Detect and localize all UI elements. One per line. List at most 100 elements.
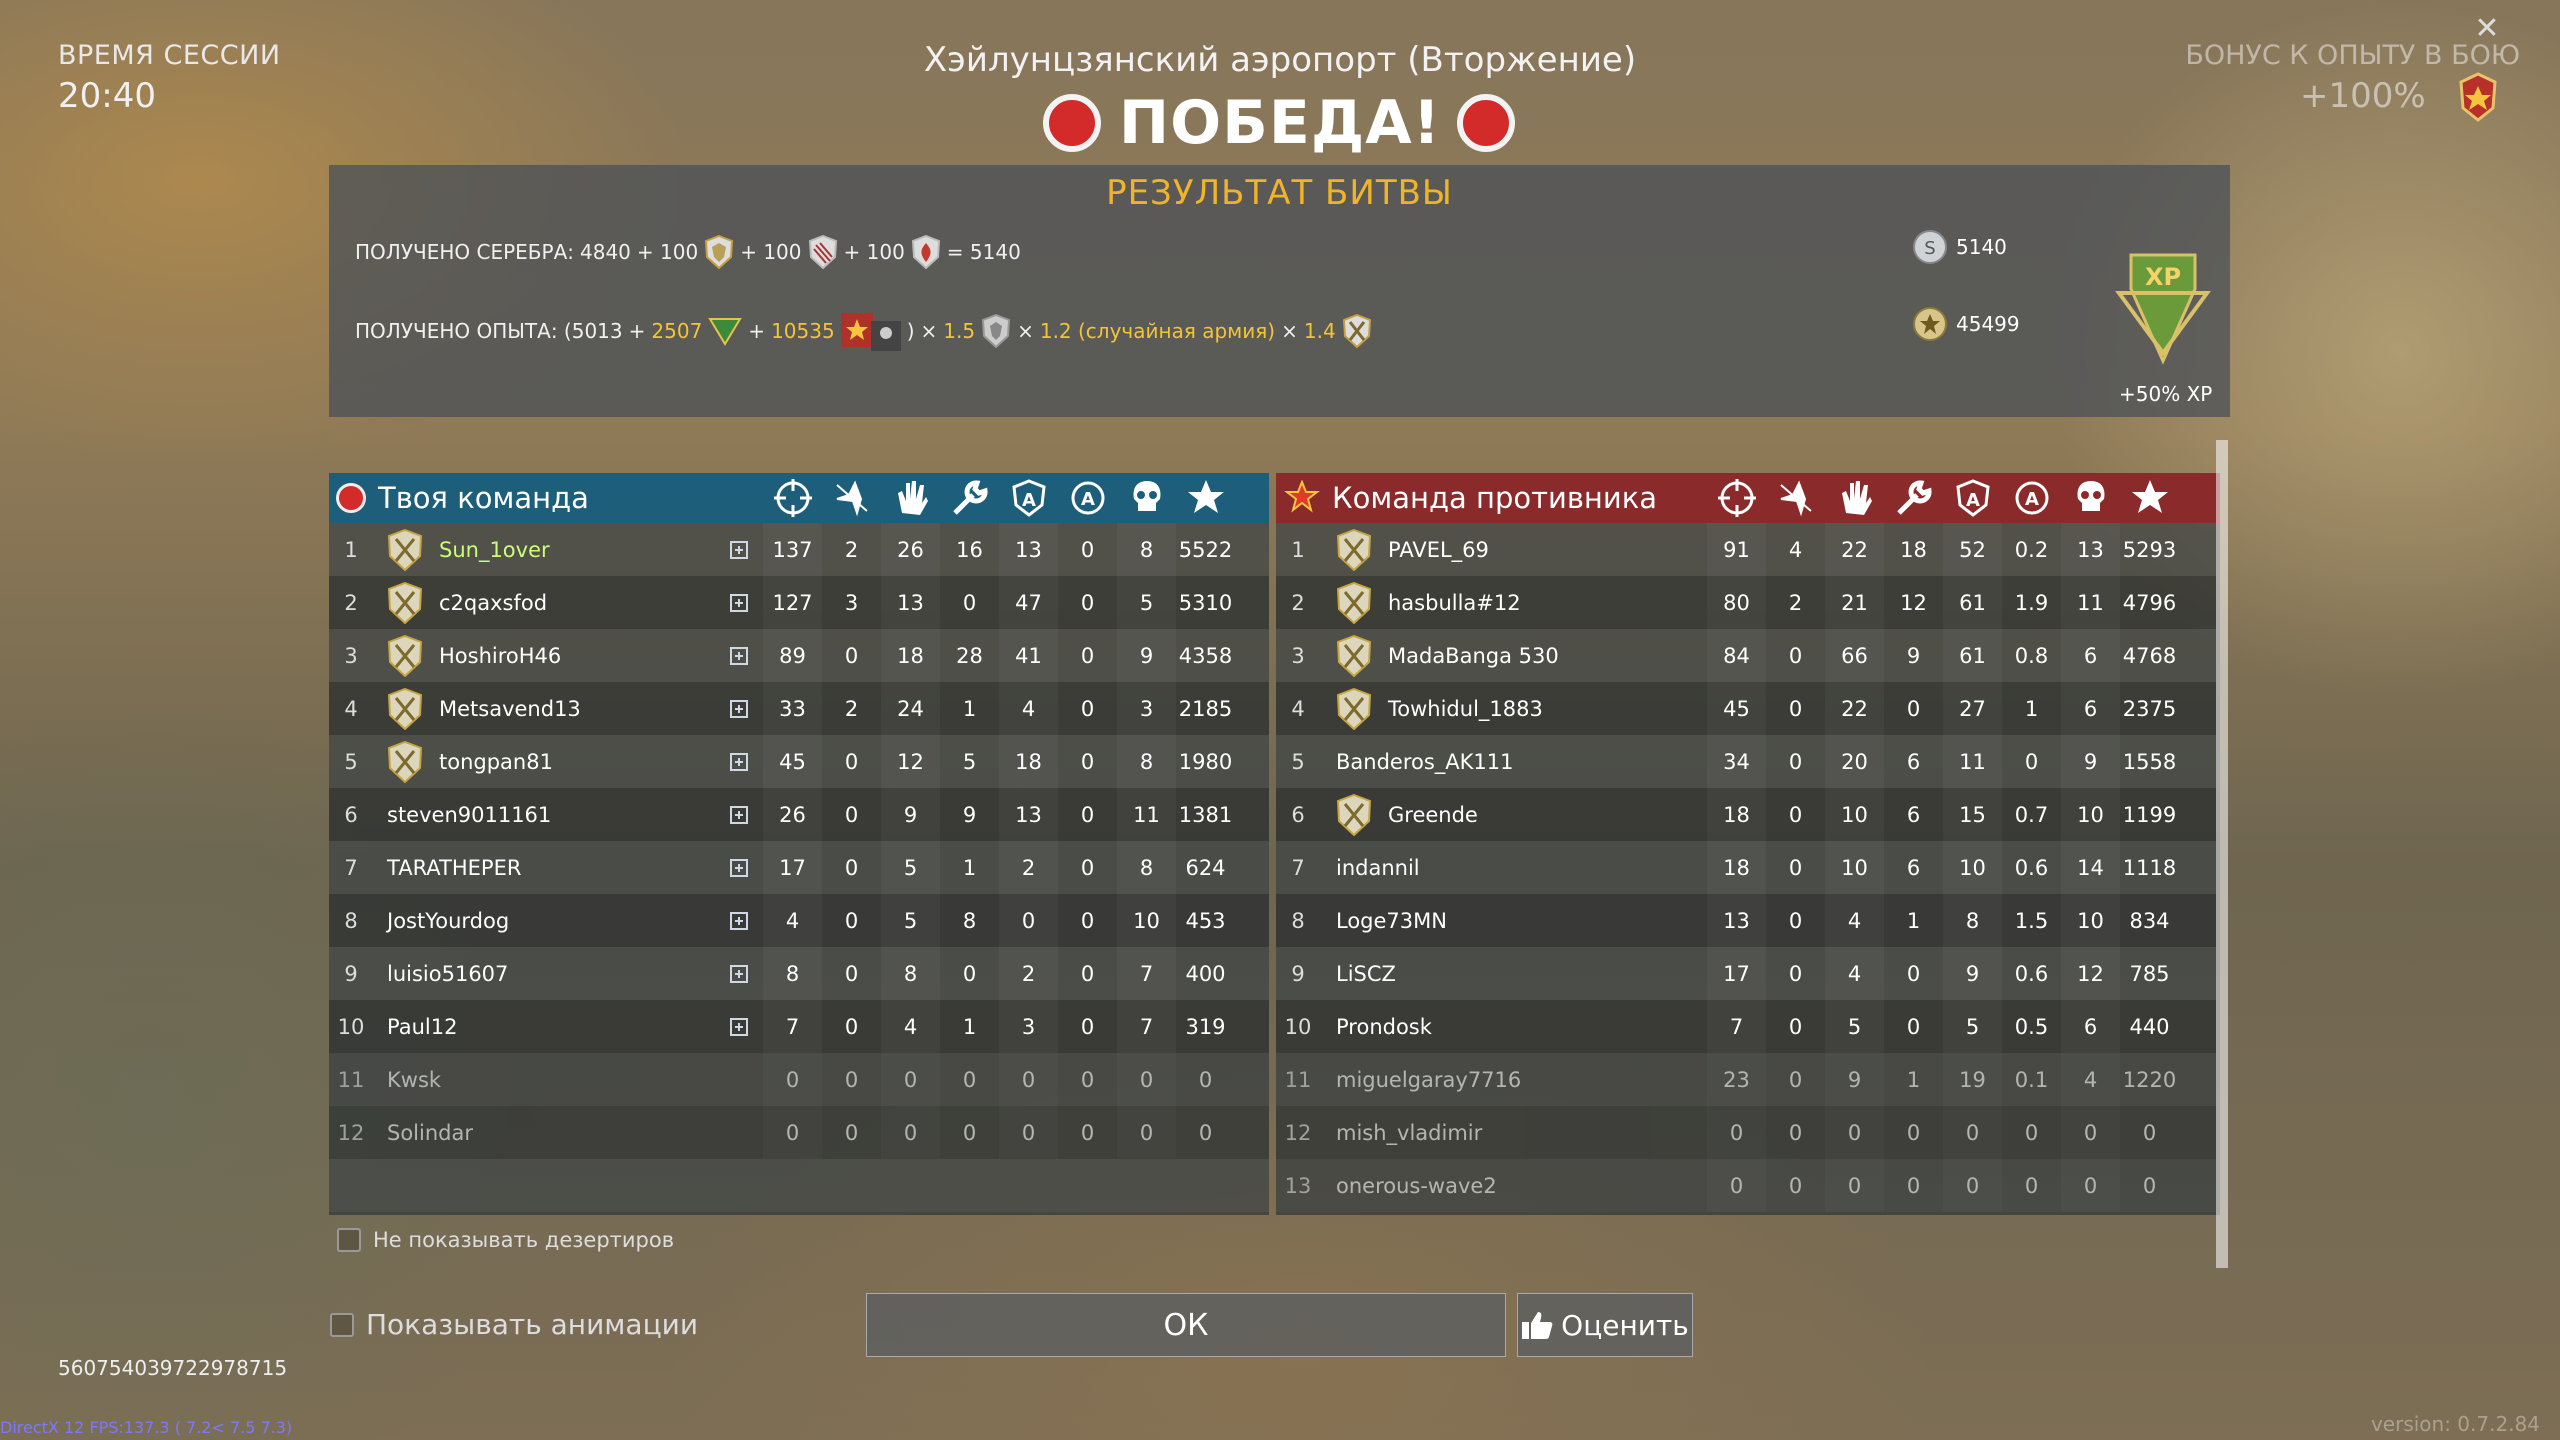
wrench-icon xyxy=(1884,473,1943,523)
close-icon[interactable]: ✕ xyxy=(2472,14,2502,44)
role-icon xyxy=(727,591,751,615)
player-name[interactable]: Loge73MN xyxy=(1336,894,1447,947)
player-name[interactable]: PAVEL_69 xyxy=(1388,523,1489,576)
show-animations-control[interactable]: Показывать анимации xyxy=(330,1308,698,1341)
stat-cell: 11 xyxy=(2061,576,2120,629)
table-row[interactable]: 2 hasbulla#12 80 2 21 12 61 1.9 11 4796 xyxy=(1276,576,2216,629)
hide-deserters-checkbox[interactable] xyxy=(337,1228,361,1252)
player-name[interactable]: indannil xyxy=(1336,841,1420,894)
stat-cell: 89 xyxy=(763,629,822,682)
stat-cell: 0 xyxy=(1080,1014,1095,1039)
player-name[interactable]: LiSCZ xyxy=(1336,947,1396,1000)
player-name[interactable]: Greende xyxy=(1388,788,1478,841)
stat-cell: 0.7 xyxy=(2014,802,2049,827)
table-row[interactable]: 9 LiSCZ 17 0 4 0 9 0.6 12 785 xyxy=(1276,947,2216,1000)
stat-cell: 0 xyxy=(2024,1120,2039,1145)
player-name[interactable]: Banderos_AK111 xyxy=(1336,735,1514,788)
table-row[interactable] xyxy=(329,1159,1269,1212)
stat-cell: 41 xyxy=(999,629,1058,682)
xp-bonus-value: +100% xyxy=(2300,76,2426,116)
player-name[interactable]: Kwsk xyxy=(387,1053,441,1106)
table-row[interactable]: 4 Metsavend13 33 2 24 1 4 0 3 2185 xyxy=(329,682,1269,735)
hide-deserters-control[interactable]: Не показывать дезертиров xyxy=(337,1228,674,1252)
stat-cell: 7 xyxy=(1707,1000,1766,1053)
ok-button[interactable]: ОК xyxy=(866,1293,1506,1357)
stat-cell: 6 xyxy=(2061,1000,2120,1053)
stat-cell: 91 xyxy=(1707,523,1766,576)
table-row[interactable]: 8 JostYourdog 4 0 5 8 0 0 10 453 xyxy=(329,894,1269,947)
player-name[interactable]: JostYourdog xyxy=(387,894,509,947)
stat-cell: 834 xyxy=(2129,908,2170,933)
skull-icon xyxy=(2061,473,2120,523)
stat-cell: 0 xyxy=(1080,1120,1095,1145)
table-row[interactable]: 3 MadaBanga 530 84 0 66 9 61 0.8 6 4768 xyxy=(1276,629,2216,682)
player-name[interactable]: TARATHEPER xyxy=(387,841,521,894)
my-team-title: Твоя команда xyxy=(378,481,589,515)
table-row[interactable]: 11 Kwsk 0 0 0 0 0 0 0 0 xyxy=(329,1053,1269,1106)
rank-badge-icon xyxy=(387,581,423,625)
table-row[interactable]: 2 c2qaxsfod 127 3 13 0 47 0 5 5310 xyxy=(329,576,1269,629)
table-row[interactable]: 1 Sun_1over 137 2 26 16 13 0 8 5522 xyxy=(329,523,1269,576)
player-name[interactable]: miguelgaray7716 xyxy=(1336,1053,1521,1106)
player-name[interactable]: tongpan81 xyxy=(439,735,553,788)
table-row[interactable]: 10 Prondosk 7 0 5 0 5 0.5 6 440 xyxy=(1276,1000,2216,1053)
table-row[interactable]: 7 indannil 18 0 10 6 10 0.6 14 1118 xyxy=(1276,841,2216,894)
table-row[interactable]: 10 Paul12 7 0 4 1 3 0 7 319 xyxy=(329,1000,1269,1053)
table-row[interactable]: 7 TARATHEPER 17 0 5 1 2 0 8 624 xyxy=(329,841,1269,894)
silver-sum: S 5140 xyxy=(1912,229,2007,265)
table-row[interactable]: 1 PAVEL_69 91 4 22 18 52 0.2 13 5293 xyxy=(1276,523,2216,576)
row-number: 6 xyxy=(1291,802,1305,827)
table-row[interactable]: 12 mish_vladimir 0 0 0 0 0 0 0 0 xyxy=(1276,1106,2216,1159)
scrollbar[interactable] xyxy=(2216,440,2228,1268)
table-row[interactable]: 6 Greende 18 0 10 6 15 0.7 10 1199 xyxy=(1276,788,2216,841)
stat-cell: 0 xyxy=(1788,1067,1803,1092)
player-name[interactable]: luisio51607 xyxy=(387,947,508,1000)
player-name[interactable]: Solindar xyxy=(387,1106,473,1159)
crossed-swords-shield-icon xyxy=(1342,314,1371,348)
player-name[interactable]: MadaBanga 530 xyxy=(1388,629,1559,682)
player-name[interactable]: c2qaxsfod xyxy=(439,576,547,629)
rank-badge-icon xyxy=(1336,687,1372,731)
stat-cell: 9 xyxy=(962,802,977,827)
player-name[interactable]: steven9011161 xyxy=(387,788,551,841)
stat-cell: 0 xyxy=(1788,643,1803,668)
player-name[interactable]: Metsavend13 xyxy=(439,682,581,735)
table-row[interactable]: 5 Banderos_AK111 34 0 20 6 11 0 9 1558 xyxy=(1276,735,2216,788)
stat-cell: 1 xyxy=(1906,908,1921,933)
table-row[interactable]: 11 miguelgaray7716 23 0 9 1 19 0.1 4 1220 xyxy=(1276,1053,2216,1106)
table-row[interactable]: 6 steven9011161 26 0 9 9 13 0 11 1381 xyxy=(329,788,1269,841)
player-name[interactable]: Towhidul_1883 xyxy=(1388,682,1543,735)
show-animations-checkbox[interactable] xyxy=(330,1312,354,1337)
silver-base: 4840 xyxy=(580,240,631,264)
table-row[interactable]: 3 HoshiroH46 89 0 18 28 41 0 9 4358 xyxy=(329,629,1269,682)
table-row[interactable]: 12 Solindar 0 0 0 0 0 0 0 0 xyxy=(329,1106,1269,1159)
stat-cell: 10 xyxy=(2061,788,2120,841)
player-name[interactable]: onerous-wave2 xyxy=(1336,1159,1497,1212)
player-name[interactable]: Prondosk xyxy=(1336,1000,1432,1053)
stat-cell: 18 xyxy=(999,735,1058,788)
player-name[interactable]: hasbulla#12 xyxy=(1388,576,1521,629)
stat-cell: 9 xyxy=(1117,629,1176,682)
player-name[interactable]: HoshiroH46 xyxy=(439,629,561,682)
table-row[interactable]: 5 tongpan81 45 0 12 5 18 0 8 1980 xyxy=(329,735,1269,788)
role-icon xyxy=(727,1121,751,1145)
stat-cell: 0 xyxy=(1906,961,1921,986)
table-row[interactable]: 13 onerous-wave2 0 0 0 0 0 0 0 0 xyxy=(1276,1159,2216,1212)
rank-badge-icon xyxy=(387,528,423,572)
player-name[interactable]: mish_vladimir xyxy=(1336,1106,1482,1159)
xp-mul-op-1: × xyxy=(920,319,938,343)
stat-cell: 0 xyxy=(1117,1106,1176,1159)
table-row[interactable]: 9 luisio51607 8 0 8 0 2 0 7 400 xyxy=(329,947,1269,1000)
xp-plus-2: + xyxy=(748,319,766,343)
hide-deserters-label: Не показывать дезертиров xyxy=(373,1228,675,1252)
stat-cell: 21 xyxy=(1825,576,1884,629)
player-name[interactable]: Paul12 xyxy=(387,1000,457,1053)
stat-cell: 20 xyxy=(1825,735,1884,788)
player-name[interactable]: Sun_1over xyxy=(439,523,550,576)
table-row[interactable]: 4 Towhidul_1883 45 0 22 0 27 1 6 2375 xyxy=(1276,682,2216,735)
show-animations-label: Показывать анимации xyxy=(366,1308,699,1341)
rate-button[interactable]: Оценить xyxy=(1517,1293,1693,1357)
stat-cell: 0 xyxy=(1080,802,1095,827)
table-row[interactable]: 8 Loge73MN 13 0 4 1 8 1.5 10 834 xyxy=(1276,894,2216,947)
row-number: 5 xyxy=(1291,749,1305,774)
